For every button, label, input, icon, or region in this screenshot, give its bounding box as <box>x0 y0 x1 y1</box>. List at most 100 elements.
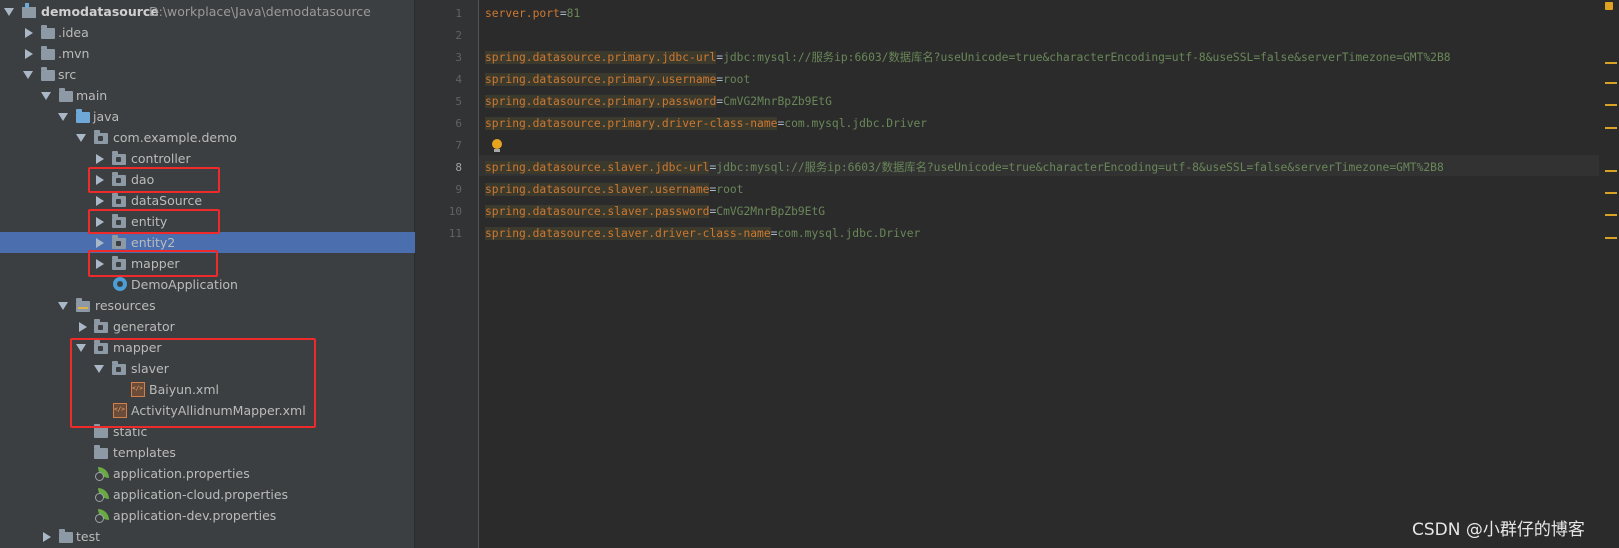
tree-item-label: java <box>93 109 120 124</box>
expand-arrow-icon[interactable] <box>4 8 14 16</box>
warning-marker[interactable] <box>1605 192 1617 194</box>
collapse-arrow-icon[interactable] <box>96 154 104 164</box>
property-value: CmVG2MnrBpZb9EtG <box>716 205 826 218</box>
property-value: jdbc:mysql://服务ip:6603/数据库名?useUnicode=t… <box>723 51 1451 64</box>
expand-arrow-icon[interactable] <box>58 302 68 310</box>
folder-icon <box>94 424 108 438</box>
code-line-5: spring.datasource.primary.password=CmVG2… <box>485 95 832 108</box>
package-icon <box>94 130 108 144</box>
tree-item-templates[interactable]: templates <box>0 442 415 463</box>
tree-item-label: test <box>76 529 101 544</box>
code-line-11: spring.datasource.slaver.driver-class-na… <box>485 227 921 240</box>
line-number: 1 <box>455 7 462 20</box>
spring-properties-icon <box>95 488 110 502</box>
line-number: 3 <box>455 51 462 64</box>
package-icon <box>112 193 126 207</box>
collapse-arrow-icon[interactable] <box>79 322 87 332</box>
tree-item-root[interactable]: demodatasource D:\workplace\Java\demodat… <box>0 1 415 22</box>
tree-item-label: src <box>58 67 77 82</box>
code-line-9: spring.datasource.slaver.username=root <box>485 183 744 196</box>
collapse-arrow-icon[interactable] <box>96 196 104 206</box>
spring-properties-icon <box>95 509 110 523</box>
expand-arrow-icon[interactable] <box>41 92 51 100</box>
code-line-6: spring.datasource.primary.driver-class-n… <box>485 117 928 130</box>
tree-item-java[interactable]: java <box>0 106 415 127</box>
tree-item-label: main <box>76 88 108 103</box>
property-key: spring.datasource.primary.driver-class-n… <box>485 117 778 130</box>
property-value: 81 <box>566 7 581 20</box>
tree-item-src[interactable]: src <box>0 64 415 85</box>
tree-item-label: .mvn <box>58 46 90 61</box>
code-line-8: spring.datasource.slaver.jdbc-url=jdbc:m… <box>485 161 1444 174</box>
expand-arrow-icon[interactable] <box>76 134 86 142</box>
tree-item-generator[interactable]: generator <box>0 316 415 337</box>
property-key: server.port <box>485 7 560 20</box>
tree-item-label: resources <box>95 298 156 313</box>
inspection-status-icon[interactable] <box>1605 2 1613 10</box>
tree-item-label: entity2 <box>131 235 176 250</box>
property-key: spring.datasource.slaver.driver-class-na… <box>485 227 771 240</box>
tree-item-label: application.properties <box>113 466 250 481</box>
warning-marker[interactable] <box>1605 104 1617 106</box>
expand-arrow-icon[interactable] <box>23 71 33 79</box>
module-icon <box>22 3 36 18</box>
property-value: com.mysql.jdbc.Driver <box>777 227 921 240</box>
tree-item-demoapplication[interactable]: DemoApplication <box>0 274 415 295</box>
collapse-arrow-icon[interactable] <box>43 532 51 542</box>
folder-icon <box>59 88 73 102</box>
tree-item-mvn[interactable]: .mvn <box>0 43 415 64</box>
resources-folder-icon <box>76 298 90 312</box>
property-value: root <box>716 183 744 196</box>
warning-marker[interactable] <box>1605 62 1617 64</box>
property-value: CmVG2MnrBpZb9EtG <box>723 95 832 108</box>
tree-item-controller[interactable]: controller <box>0 148 415 169</box>
property-value: com.mysql.jdbc.Driver <box>784 117 928 130</box>
collapse-arrow-icon[interactable] <box>96 238 104 248</box>
code-editor[interactable]: server.port=81 spring.datasource.primary… <box>479 0 1599 548</box>
code-line-1: server.port=81 <box>485 7 581 20</box>
tree-item-com-example-demo[interactable]: com.example.demo <box>0 127 415 148</box>
warning-marker[interactable] <box>1605 214 1617 216</box>
tree-item-application-cloud-properties[interactable]: application-cloud.properties <box>0 484 415 505</box>
editor-scrollbar[interactable] <box>1599 0 1619 548</box>
line-number: 11 <box>448 227 462 240</box>
line-number: 6 <box>455 117 462 130</box>
line-number: 10 <box>448 205 462 218</box>
line-number: 2 <box>455 29 462 42</box>
tree-item-datasource[interactable]: dataSource <box>0 190 415 211</box>
tree-item-main[interactable]: main <box>0 85 415 106</box>
source-folder-icon <box>76 109 90 123</box>
property-key: spring.datasource.slaver.jdbc-url <box>485 161 710 174</box>
warning-marker[interactable] <box>1605 127 1617 129</box>
property-key: spring.datasource.primary.jdbc-url <box>485 51 717 64</box>
project-path: D:\workplace\Java\demodatasource <box>149 4 371 19</box>
code-line-10: spring.datasource.slaver.password=CmVG2M… <box>485 205 826 218</box>
property-key: spring.datasource.slaver.password <box>485 205 710 218</box>
project-name: demodatasource <box>41 4 159 19</box>
tree-item-application-properties[interactable]: application.properties <box>0 463 415 484</box>
collapse-arrow-icon[interactable] <box>25 28 33 38</box>
expand-arrow-icon[interactable] <box>58 113 68 121</box>
spring-properties-icon <box>95 467 110 481</box>
tree-item-test[interactable]: test <box>0 526 415 547</box>
tree-item-label: DemoApplication <box>131 277 238 292</box>
warning-marker[interactable] <box>1605 82 1617 84</box>
warning-marker[interactable] <box>1605 237 1617 239</box>
property-key: spring.datasource.slaver.username <box>485 183 710 196</box>
warning-marker[interactable] <box>1605 170 1617 172</box>
tree-item-label: application-cloud.properties <box>113 487 289 502</box>
code-line-3: spring.datasource.primary.jdbc-url=jdbc:… <box>485 51 1451 64</box>
watermark-text: CSDN @小群仔的博客 <box>1412 520 1585 540</box>
line-number: 8 <box>455 161 462 174</box>
highlight-box-resources-mapper <box>70 338 316 428</box>
line-number: 5 <box>455 95 462 108</box>
highlight-box-entity <box>88 209 220 234</box>
tree-item-label: com.example.demo <box>113 130 237 145</box>
tree-item-resources[interactable]: resources <box>0 295 415 316</box>
tree-item-application-dev-properties[interactable]: application-dev.properties <box>0 505 415 526</box>
tree-item-idea[interactable]: .idea <box>0 22 415 43</box>
folder-icon <box>94 445 108 459</box>
collapse-arrow-icon[interactable] <box>25 49 33 59</box>
property-key: spring.datasource.primary.password <box>485 95 717 108</box>
property-value: jdbc:mysql://服务ip:6603/数据库名?useUnicode=t… <box>716 161 1444 174</box>
